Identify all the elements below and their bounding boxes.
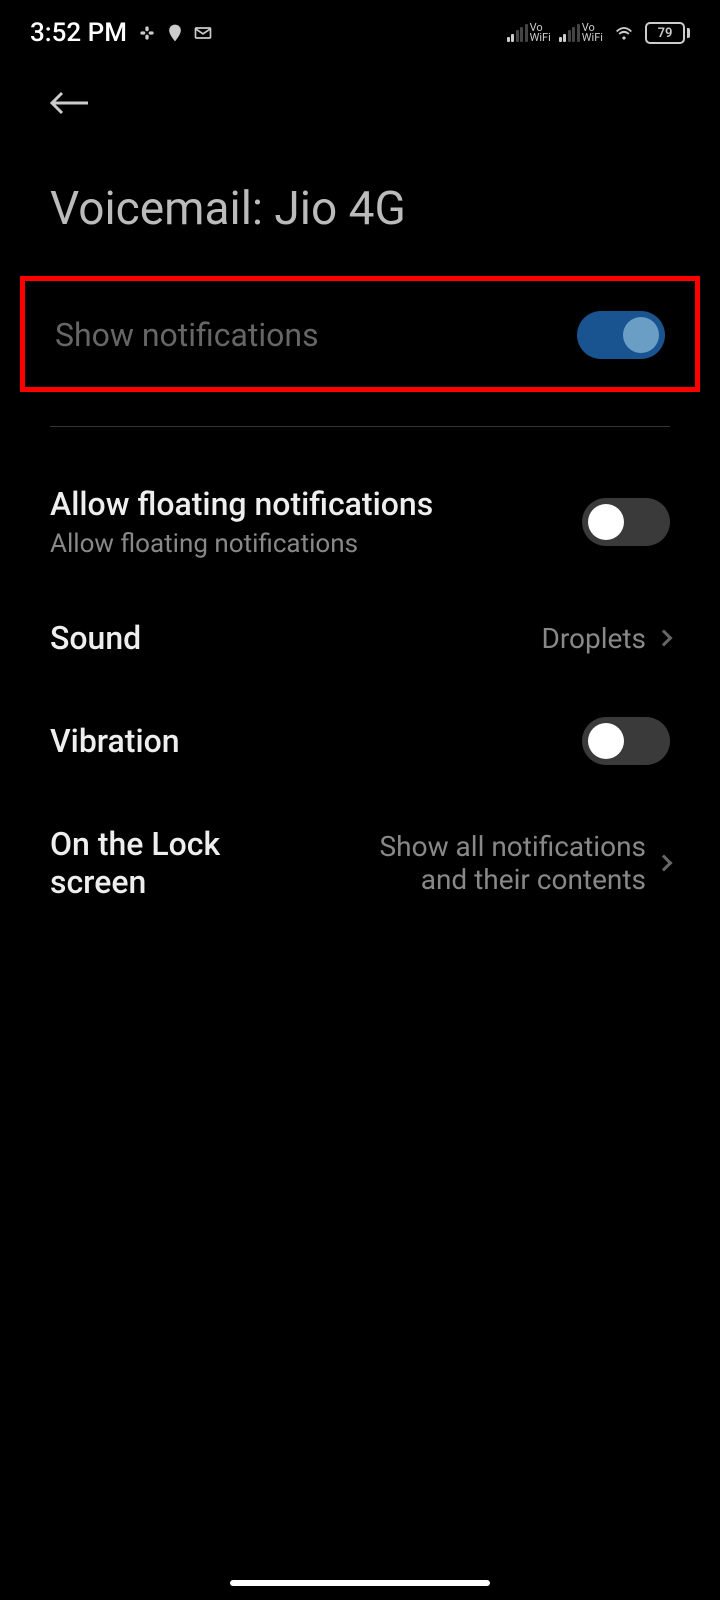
vibration-toggle[interactable] <box>582 717 670 765</box>
page-title: Voicemail: Jio 4G <box>0 142 720 266</box>
signal-bars-icon <box>559 24 580 42</box>
vibration-row[interactable]: Vibration <box>0 687 720 795</box>
chevron-right-icon <box>656 855 673 872</box>
show-notifications-label: Show notifications <box>55 316 319 354</box>
show-notifications-row[interactable]: Show notifications <box>55 311 665 359</box>
floating-sublabel: Allow floating notifications <box>50 529 433 559</box>
signal-bars-icon <box>507 24 528 42</box>
sound-row[interactable]: Sound Droplets <box>0 589 720 687</box>
signal-2: VoWiFi <box>559 23 603 43</box>
back-arrow-icon[interactable] <box>50 88 90 118</box>
floating-label: Allow floating notifications <box>50 485 433 523</box>
vowifi-label-1: VoWiFi <box>530 23 551 43</box>
lockscreen-value: Show all notifications and their content… <box>346 830 646 896</box>
toggle-knob <box>623 317 659 353</box>
location-icon <box>165 23 185 43</box>
header-bar <box>0 60 720 142</box>
sound-value: Droplets <box>541 622 646 655</box>
status-left: 3:52 PM <box>30 18 213 48</box>
show-notifications-toggle[interactable] <box>577 311 665 359</box>
floating-notifications-row[interactable]: Allow floating notifications Allow float… <box>0 455 720 589</box>
sound-label: Sound <box>50 619 141 657</box>
lockscreen-value-group: Show all notifications and their content… <box>346 830 670 896</box>
battery-tip <box>687 28 690 38</box>
sound-value-group: Droplets <box>541 622 670 655</box>
battery-indicator: 79 <box>645 22 690 44</box>
highlight-box: Show notifications <box>20 276 700 392</box>
status-bar: 3:52 PM VoWiFi <box>0 0 720 60</box>
status-icons-left <box>137 23 213 43</box>
floating-label-stack: Allow floating notifications Allow float… <box>50 485 433 559</box>
battery-level: 79 <box>645 22 685 44</box>
vowifi-label-2: VoWiFi <box>582 23 603 43</box>
home-indicator[interactable] <box>230 1580 490 1586</box>
toggle-knob <box>588 504 624 540</box>
status-right: VoWiFi VoWiFi 79 <box>507 22 690 44</box>
vibration-label: Vibration <box>50 722 180 760</box>
mail-icon <box>193 23 213 43</box>
chevron-right-icon <box>656 630 673 647</box>
status-time: 3:52 PM <box>30 18 127 48</box>
lockscreen-label: On the Lock screen <box>50 825 290 901</box>
lockscreen-row[interactable]: On the Lock screen Show all notification… <box>0 795 720 931</box>
divider <box>50 426 670 427</box>
floating-toggle[interactable] <box>582 498 670 546</box>
wifi-icon <box>611 23 637 43</box>
toggle-knob <box>588 723 624 759</box>
slack-icon <box>137 23 157 43</box>
signal-1: VoWiFi <box>507 23 551 43</box>
